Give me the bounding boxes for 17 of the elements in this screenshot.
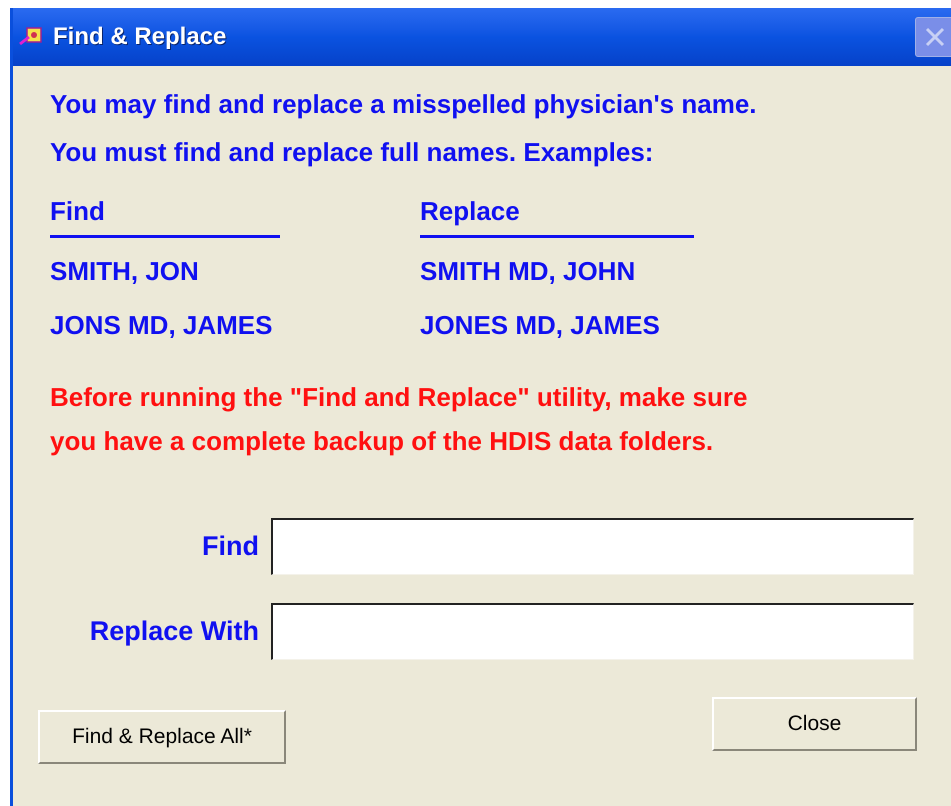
close-button[interactable]: Close <box>712 697 917 751</box>
input-field[interactable] <box>271 603 914 660</box>
field-label: Replace With <box>88 615 260 648</box>
example-name: JONS MD, JAMES <box>50 308 272 342</box>
example-name: SMITH, JON <box>50 254 199 288</box>
instruction-text: You must find and replace full names. Examples: <box>50 136 654 169</box>
field-label: Find <box>201 530 260 564</box>
example-name: JONES MD, JAMES <box>420 308 660 342</box>
input-field[interactable] <box>271 518 914 575</box>
window-title: Find & Replace <box>53 22 226 52</box>
warning-text: Before running the "Find and Replace" utility, make sure <box>50 381 748 414</box>
replace-all-button[interactable]: Find & Replace All* <box>38 710 286 764</box>
column-header: Find <box>50 192 280 238</box>
warning-text: you have a complete backup of the HDIS data folders. <box>50 425 714 458</box>
column-header: Replace <box>420 192 694 238</box>
example-name: SMITH MD, JOHN <box>420 254 636 288</box>
instruction-text: You may find and replace a misspelled physician's name. <box>50 88 758 121</box>
